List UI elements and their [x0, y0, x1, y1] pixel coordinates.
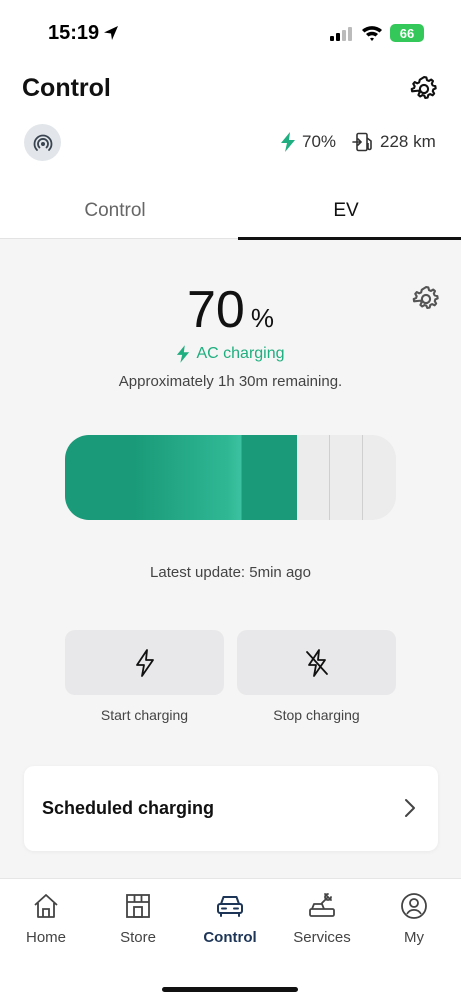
battery-level-fill [65, 435, 297, 520]
home-indicator [162, 987, 298, 992]
wifi-icon [362, 26, 382, 41]
nav-home-label: Home [25, 929, 66, 946]
tab-control[interactable]: Control [0, 182, 230, 239]
nav-my-label: My [404, 929, 424, 946]
battery-divider [362, 435, 363, 520]
range-value: 228 km [380, 132, 436, 151]
stop-charging-label: Stop charging [273, 707, 360, 723]
nav-services-label: Services [293, 929, 351, 946]
scheduled-charging-row[interactable]: Scheduled charging [24, 766, 438, 851]
charge-value: 70% [302, 132, 337, 151]
cellular-signal-icon [330, 27, 352, 41]
store-icon [126, 894, 150, 918]
lightning-icon [135, 648, 154, 677]
scheduled-charging-label: Scheduled charging [42, 798, 215, 818]
status-time: 15:19 [48, 22, 100, 44]
charge-stat: 70% [280, 132, 336, 152]
battery-level-bar [65, 435, 396, 520]
tab-indicator [238, 237, 461, 240]
nav-my[interactable]: My [368, 891, 460, 946]
lightning-off-icon [305, 648, 328, 677]
tabs: Control EV [0, 182, 461, 240]
stop-charging-button[interactable] [237, 630, 396, 695]
top-area: Control 70% 228 km Control EV [0, 66, 461, 240]
soc-unit: % [250, 303, 274, 333]
profile-icon [401, 893, 427, 919]
bottom-navigation: Home Store Control Services My [0, 878, 461, 999]
remote-connection-button[interactable] [24, 124, 61, 161]
state-of-charge: 70% [0, 280, 461, 340]
battery-percent: 66 [399, 25, 415, 41]
lightning-icon [177, 345, 190, 363]
start-charging-label: Start charging [100, 707, 189, 723]
nav-control[interactable]: Control [184, 891, 276, 946]
soc-value: 70 [187, 281, 245, 339]
car-icon [217, 896, 243, 917]
home-icon [34, 894, 58, 918]
charge-status-label: AC charging [196, 345, 285, 362]
chevron-right-icon [405, 799, 415, 817]
gear-icon[interactable] [410, 75, 438, 103]
nav-store[interactable]: Store [92, 891, 184, 946]
battery-level-icon: 66 [390, 24, 424, 42]
page-title: Control [22, 74, 111, 102]
start-charging-button[interactable] [65, 630, 224, 695]
nav-services[interactable]: Services [276, 891, 368, 946]
fuel-range-icon [352, 132, 372, 152]
tab-ev[interactable]: EV [231, 182, 461, 239]
nav-control-label: Control [203, 929, 257, 946]
battery-divider [329, 435, 330, 520]
lightning-icon [281, 132, 295, 152]
range-stat: 228 km [352, 132, 436, 152]
nav-home[interactable]: Home [0, 891, 92, 946]
services-icon [309, 893, 335, 917]
latest-update: Latest update: 5min ago [150, 564, 311, 581]
status-bar: 15:19 66 [0, 0, 461, 66]
location-arrow-icon [104, 26, 118, 40]
charge-status: AC charging [0, 345, 461, 363]
remaining-time: Approximately 1h 30m remaining. [118, 373, 343, 390]
nav-store-label: Store [120, 929, 156, 946]
remote-signal-icon [33, 134, 52, 151]
battery-fill-shade [65, 435, 297, 520]
